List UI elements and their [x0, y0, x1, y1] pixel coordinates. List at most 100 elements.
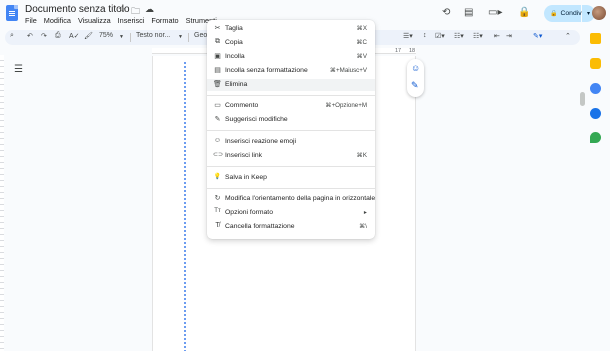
link-icon: ⊂⊃: [213, 152, 224, 158]
menu-divider: [207, 95, 375, 96]
spellcheck-icon[interactable]: A✓: [69, 32, 80, 40]
tasks-icon[interactable]: [590, 83, 601, 94]
menu-item-suggest[interactable]: ✎ Suggerisci modifiche: [207, 114, 375, 126]
menu-item-label: Inserisci link: [225, 152, 263, 159]
delete-icon: 🗑: [213, 81, 222, 88]
menu-item-shortcut: ⌘+Opzione+M: [325, 102, 367, 109]
menu-item-label: Incolla: [225, 53, 245, 60]
menu-inserisci[interactable]: Inserisci: [118, 16, 145, 25]
menu-item-label: Taglia: [225, 25, 243, 32]
paste-icon: ▣: [214, 53, 221, 60]
ruler-number: 18: [409, 48, 416, 54]
divider: [130, 33, 131, 42]
submenu-arrow-icon: ▸: [363, 209, 367, 216]
share-button[interactable]: 🔒 Condividi: [544, 5, 588, 22]
menu-item-shortcut: ⌘C: [356, 39, 367, 46]
lock-icon[interactable]: 🔒: [518, 7, 530, 18]
comments-icon[interactable]: ▤: [464, 7, 473, 18]
format-options-icon: Tт: [214, 208, 221, 214]
menu-item-comment[interactable]: ▭ Commento ⌘+Opzione+M: [207, 100, 375, 112]
menu-item-save-keep[interactable]: 💡 Salva in Keep: [207, 172, 375, 184]
star-icon[interactable]: ☆: [118, 4, 126, 15]
menu-item-shortcut: ⌘V: [356, 53, 367, 60]
zoom-select[interactable]: 75%: [99, 32, 113, 39]
zoom-chevron-icon[interactable]: ▼: [119, 34, 124, 40]
menu-item-label: Elimina: [225, 81, 248, 88]
menu-item-label: Copia: [225, 39, 243, 46]
maps-icon[interactable]: [590, 132, 601, 143]
divider: [188, 33, 189, 42]
suggest-icon: ✎: [214, 116, 221, 123]
menu-divider: [207, 166, 375, 167]
clear-format-icon: T̸: [215, 222, 220, 229]
menu-divider: [207, 188, 375, 189]
menu-modifica[interactable]: Modifica: [44, 16, 71, 25]
print-icon[interactable]: ⎙: [55, 32, 61, 40]
menu-item-copy[interactable]: ⧉ Copia ⌘C: [207, 37, 375, 49]
paint-format-icon[interactable]: 🖌: [84, 32, 93, 40]
vertical-ruler: [0, 55, 4, 351]
share-lock-icon: 🔒: [550, 11, 558, 17]
menu-divider: [207, 130, 375, 131]
document-outline-icon[interactable]: ☰: [14, 64, 23, 75]
menu-item-shortcut: ⌘+Maiusc+V: [329, 67, 367, 74]
calendar-icon[interactable]: [590, 33, 601, 44]
menu-formato[interactable]: Formato: [151, 16, 178, 25]
line-spacing-icon[interactable]: ↕: [423, 32, 427, 39]
keep-icon: 💡: [213, 174, 222, 180]
paste-plain-icon: ▤: [214, 67, 221, 74]
menu-item-paste-plain[interactable]: ▤ Incolla senza formattazione ⌘+Maiusc+V: [207, 65, 375, 77]
collapse-toolbar-icon[interactable]: ⌃: [565, 32, 571, 40]
context-menu: ✂ Taglia ⌘X ⧉ Copia ⌘C ▣ Incolla ⌘V ▤ In…: [207, 20, 375, 239]
menu-item-label: Salva in Keep: [225, 174, 267, 181]
outdent-icon[interactable]: ⇥: [506, 32, 512, 40]
suggest-edit-icon[interactable]: ✎: [411, 80, 419, 91]
align-icon[interactable]: ☰▾: [403, 32, 413, 40]
menu-item-paste[interactable]: ▣ Incolla ⌘V: [207, 51, 375, 63]
search-menus-icon[interactable]: ⌕: [10, 32, 14, 40]
selection-marker: [184, 62, 186, 351]
cut-icon: ✂: [214, 25, 221, 32]
menu-item-label: Incolla senza formattazione: [225, 67, 308, 74]
cloud-status-icon[interactable]: ☁: [145, 4, 154, 15]
menu-item-shortcut: ⌘X: [356, 25, 367, 32]
bulleted-list-icon[interactable]: ☷▾: [454, 32, 464, 40]
menu-item-insert-link[interactable]: ⊂⊃ Inserisci link ⌘K: [207, 150, 375, 162]
keep-icon[interactable]: [590, 58, 601, 69]
meet-icon[interactable]: ▭▸: [488, 7, 502, 18]
menu-item-clear-format[interactable]: T̸ Cancella formattazione ⌘\: [207, 221, 375, 233]
menu-item-emoji-reaction[interactable]: ☺ Inserisci reazione emoji: [207, 136, 375, 148]
avatar[interactable]: [592, 6, 606, 20]
menu-item-label: Suggerisci modifiche: [225, 116, 288, 123]
rotate-icon: ↻: [214, 195, 221, 202]
copy-icon: ⧉: [215, 38, 220, 45]
style-select[interactable]: Testo nor...: [136, 32, 170, 39]
menu-item-shortcut: ⌘\: [359, 223, 367, 230]
scrollbar[interactable]: [580, 92, 585, 106]
add-emoji-reaction-icon[interactable]: ☺: [411, 63, 420, 73]
menu-item-cut[interactable]: ✂ Taglia ⌘X: [207, 23, 375, 35]
menu-item-label: Modifica l'orientamento della pagina in …: [225, 195, 376, 202]
style-chevron-icon[interactable]: ▼: [178, 34, 183, 40]
editing-mode-icon[interactable]: ✎▾: [533, 32, 542, 40]
checklist-icon[interactable]: ☑▾: [435, 32, 445, 40]
menu-item-format-options[interactable]: Tт Opzioni formato ▸: [207, 207, 375, 219]
menu-item-label: Inserisci reazione emoji: [225, 138, 297, 145]
floating-actions: ☺ ✎: [407, 59, 424, 97]
emoji-reaction-icon: ☺: [213, 137, 222, 144]
docs-logo-icon[interactable]: [6, 5, 18, 21]
menu-item-delete[interactable]: 🗑 Elimina: [207, 79, 375, 91]
menu-item-orientation[interactable]: ↻ Modifica l'orientamento della pagina i…: [207, 193, 376, 205]
menu-bar: File Modifica Visualizza Inserisci Forma…: [25, 16, 224, 25]
font-select[interactable]: Geo: [194, 32, 207, 39]
menu-item-label: Cancella formattazione: [225, 223, 295, 230]
history-icon[interactable]: ⟲: [442, 7, 450, 18]
undo-icon[interactable]: ↶: [27, 32, 33, 40]
menu-file[interactable]: File: [25, 16, 37, 25]
contacts-icon[interactable]: [590, 108, 601, 119]
menu-visualizza[interactable]: Visualizza: [78, 16, 111, 25]
numbered-list-icon[interactable]: ☷▾: [473, 32, 483, 40]
redo-icon[interactable]: ↷: [41, 32, 47, 40]
indent-icon[interactable]: ⇤: [494, 32, 500, 40]
doc-title[interactable]: Documento senza titolo: [25, 4, 130, 15]
